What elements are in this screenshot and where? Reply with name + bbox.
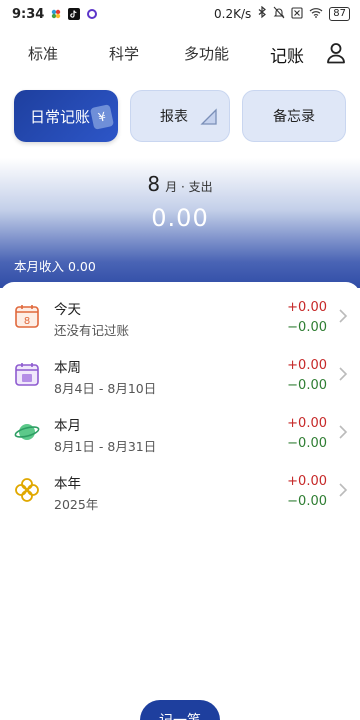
expense-total: 0.00 [151,204,209,232]
network-speed: 0.2K/s [214,7,252,21]
tab-scientific[interactable]: 科学 [109,43,139,64]
period-income: +0.00 [287,474,327,489]
chevron-right-icon [338,482,348,498]
period-subtitle: 还没有记过账 [54,323,130,338]
tiktok-icon [68,8,81,20]
calendar-day-icon: 8 [14,303,40,329]
period-title: 本周 [54,360,81,376]
period-income: +0.00 [287,416,327,431]
daily-bookkeeping-label: 日常记账 [29,107,90,126]
memo-button[interactable]: 备忘录 [242,90,346,142]
period-row-month[interactable]: 本月 8月1日 - 8月31日 +0.00 −0.00 [0,404,360,462]
app-notification-icon [50,8,62,20]
month-number: 8 [147,172,161,196]
chevron-right-icon [338,308,348,324]
mute-bell-icon [273,6,285,22]
tab-multifunction[interactable]: 多功能 [184,43,229,64]
month-row: 8 月 · 支出 [0,172,360,196]
sim-off-icon [291,6,303,22]
memo-label: 备忘录 [273,109,315,125]
report-label: 报表 [160,109,188,125]
period-row-week[interactable]: 本周 8月4日 - 8月10日 +0.00 −0.00 [0,346,360,404]
period-title: 今天 [54,302,81,318]
period-expense: −0.00 [287,436,327,451]
status-time: 9:34 [12,6,45,22]
add-record-button[interactable]: 记一笔 [140,700,220,720]
status-right-group: 0.2K/s 87 [214,5,350,22]
chevron-right-icon [338,366,348,382]
clover-icon [14,477,40,503]
user-icon[interactable] [326,42,346,64]
battery-indicator: 87 [329,7,350,21]
chevron-right-icon [338,424,348,440]
income-line: 本月收入 0.00 [14,256,96,275]
period-title: 本月 [54,418,81,434]
planet-icon [14,419,40,445]
tab-standard[interactable]: 标准 [28,43,58,64]
period-expense: −0.00 [287,494,327,509]
wifi-icon [309,7,323,21]
tab-bookkeeping[interactable]: 记账 [270,42,304,67]
period-subtitle: 8月1日 - 8月31日 [54,439,157,454]
income-label: 本月收入 [14,259,65,274]
month-suffix: 月 · 支出 [165,180,213,194]
period-subtitle: 2025年 [54,497,99,512]
calendar-week-icon [14,361,40,387]
period-list: 8 今天 还没有记过账 +0.00 −0.00 本周 8月4日 - 8月10日 … [0,282,360,720]
report-button[interactable]: 报表 [130,90,230,142]
top-nav: 标准 科学 多功能 记账 [0,32,360,72]
report-icon [199,107,219,127]
month-summary: 8 月 · 支出 0.00 本月收入 0.00 [0,158,360,288]
circle-notification-icon [86,8,98,20]
income-value: 0.00 [68,259,96,274]
period-title: 本年 [54,476,81,492]
period-income: +0.00 [287,300,327,315]
period-expense: −0.00 [287,378,327,393]
period-row-today[interactable]: 8 今天 还没有记过账 +0.00 −0.00 [0,288,360,346]
yen-icon: ¥ [89,104,115,130]
status-bar: 9:34 0.2K/s 87 [0,0,360,28]
period-expense: −0.00 [287,320,327,335]
daily-bookkeeping-button[interactable]: 日常记账 ¥ [14,90,118,142]
period-subtitle: 8月4日 - 8月10日 [54,381,157,396]
period-income: +0.00 [287,358,327,373]
period-row-year[interactable]: 本年 2025年 +0.00 −0.00 [0,462,360,520]
bluetooth-icon [257,5,267,22]
svg-text:8: 8 [24,316,30,327]
